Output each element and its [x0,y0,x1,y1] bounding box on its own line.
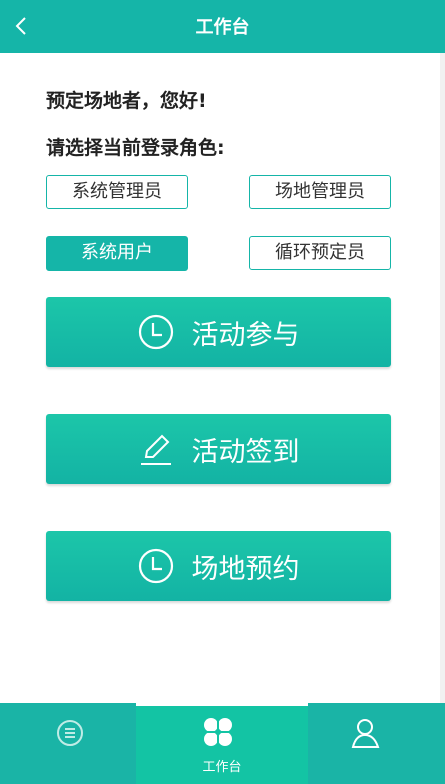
role-system-admin-button[interactable]: 系统管理员 [46,175,188,209]
grid-clover-icon [204,718,232,746]
activity-participate-button[interactable]: 活动参与 [46,297,391,367]
action-label: 活动签到 [191,436,300,468]
clock-icon [138,548,173,584]
activity-checkin-button[interactable]: 活动签到 [46,414,391,484]
venue-booking-button[interactable]: 场地预约 [46,531,391,601]
app-header: 工作台 [0,0,445,53]
nav-label: 工作台 [202,760,242,775]
role-system-user-button[interactable]: 系统用户 [46,236,188,271]
nav-tab-list[interactable] [0,703,136,784]
user-icon [351,719,380,748]
nav-tab-profile[interactable] [308,703,445,784]
action-label: 场地预约 [191,553,300,585]
action-label: 活动参与 [191,319,300,351]
page-title: 工作台 [195,17,250,38]
nav-tab-workbench[interactable]: 工作台 [136,703,308,784]
pencil-icon [140,434,171,465]
nav-active-indicator [136,703,308,706]
role-prompt: 请选择当前登录角色: [46,137,225,159]
clock-icon [138,314,173,350]
list-icon [57,720,83,746]
role-recurring-booker-button[interactable]: 循环预定员 [249,236,391,270]
scroll-edge [440,53,445,703]
role-venue-admin-button[interactable]: 场地管理员 [249,175,391,209]
bottom-navigation: 工作台 [0,703,445,784]
greeting-text: 预定场地者，您好! [46,90,207,112]
